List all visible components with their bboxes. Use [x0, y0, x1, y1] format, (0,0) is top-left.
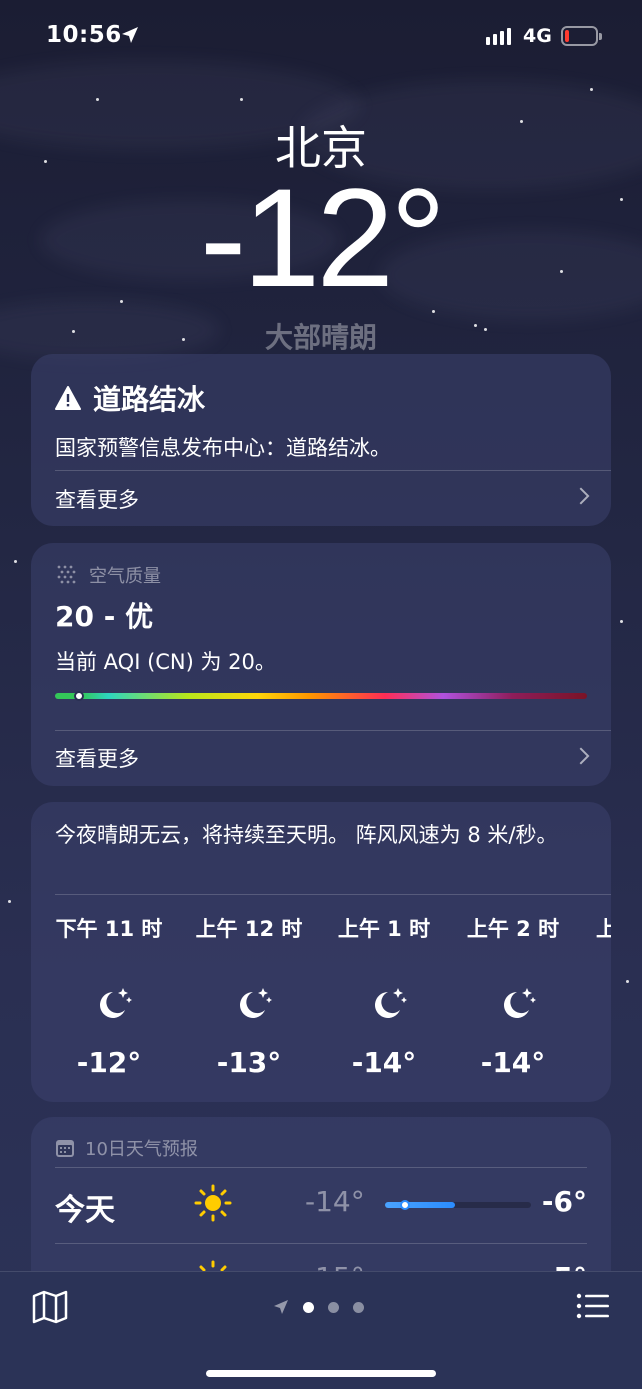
page-indicator[interactable]	[273, 1299, 364, 1315]
divider	[55, 470, 611, 471]
map-icon[interactable]	[32, 1290, 68, 1324]
hour-item: 上午 1 时 -14°	[314, 914, 454, 1079]
hour-temperature: -14°	[480, 1046, 546, 1079]
air-quality-card[interactable]: 空气质量 20 - 优 当前 AQI (CN) 为 20。 查看更多	[31, 543, 611, 786]
cellular-signal-icon	[486, 28, 511, 45]
moon-stars-icon	[240, 988, 272, 1018]
current-condition: 大部晴朗	[264, 321, 377, 354]
battery-icon	[561, 26, 602, 46]
page-dot-active[interactable]	[303, 1301, 314, 1313]
divider	[55, 1243, 587, 1244]
hour-temperature: -14°	[351, 1046, 417, 1079]
location-arrow-icon	[274, 1300, 288, 1314]
hour-temperature: -12°	[76, 1046, 142, 1079]
hour-item: 上午 12 时 -13°	[179, 914, 319, 1079]
network-type: 4G	[523, 25, 552, 47]
bottom-toolbar	[0, 1271, 642, 1389]
warning-icon	[55, 386, 81, 410]
aqi-heading: 空气质量	[89, 566, 161, 587]
aqi-value: 20 - 优	[55, 600, 154, 633]
temperature-range-bar	[385, 1200, 531, 1210]
divider	[55, 1167, 587, 1168]
hour-label: 上午 2 时	[466, 917, 560, 941]
air-quality-icon	[57, 565, 76, 584]
hourly-summary: 今夜晴朗无云，将持续至天明。 阵风风速为 8 米/秒。	[55, 823, 558, 847]
chevron-right-icon[interactable]	[572, 747, 590, 765]
hour-temperature: -13°	[216, 1046, 282, 1079]
temperature-range-fill	[385, 1202, 456, 1208]
status-bar: 10:56 4G	[0, 0, 642, 70]
status-time: 10:56	[46, 22, 122, 48]
aqi-description: 当前 AQI (CN) 为 20。	[55, 650, 276, 674]
page-dot[interactable]	[328, 1301, 339, 1313]
divider	[55, 894, 611, 895]
hour-item: 下午 11 时 -12°	[39, 914, 179, 1079]
chevron-right-icon[interactable]	[572, 487, 590, 505]
hour-item: 上午 2 时 -14°	[443, 914, 583, 1079]
hour-label: 上	[596, 917, 611, 941]
alert-title: 道路结冰	[93, 383, 206, 416]
aqi-scale-bar	[55, 693, 587, 699]
moon-stars-icon	[375, 988, 407, 1018]
weather-alert-card[interactable]: 道路结冰 国家预警信息发布中心：道路结冰。 查看更多	[31, 354, 611, 526]
list-icon[interactable]	[576, 1292, 610, 1320]
alert-body: 国家预警信息发布中心：道路结冰。	[55, 436, 391, 460]
hour-item: 上	[596, 914, 611, 944]
hour-label: 下午 11 时	[55, 917, 163, 941]
aqi-indicator-dot	[73, 691, 84, 701]
forecast-row[interactable]: 今天 -14° -6°	[55, 1175, 587, 1235]
forecast-high: -6°	[541, 1185, 587, 1218]
hourly-scroller[interactable]: 下午 11 时 -12° 上午 12 时 -13° 上午 1 时 -14° 上午…	[31, 914, 611, 1094]
hour-label: 上午 12 时	[195, 917, 303, 941]
current-temperature-dot	[400, 1200, 411, 1210]
forecast-day: 今天	[55, 1193, 115, 1228]
home-indicator[interactable]	[206, 1370, 436, 1377]
ten-day-heading: 10日天气预报	[85, 1139, 198, 1160]
location-arrow-icon	[122, 27, 138, 43]
forecast-low: -14°	[305, 1185, 365, 1218]
sun-icon	[194, 1184, 232, 1222]
current-temperature: -12°	[199, 159, 446, 316]
moon-stars-icon	[504, 988, 536, 1018]
moon-stars-icon	[100, 988, 132, 1018]
page-dot[interactable]	[353, 1301, 364, 1313]
hour-label: 上午 1 时	[337, 917, 431, 941]
calendar-icon	[56, 1140, 74, 1157]
divider	[55, 730, 611, 731]
hourly-forecast-card[interactable]: 今夜晴朗无云，将持续至天明。 阵风风速为 8 米/秒。 下午 11 时 -12°…	[31, 802, 611, 1102]
alert-see-more-link[interactable]: 查看更多	[55, 484, 139, 514]
aqi-see-more-link[interactable]: 查看更多	[55, 743, 139, 773]
